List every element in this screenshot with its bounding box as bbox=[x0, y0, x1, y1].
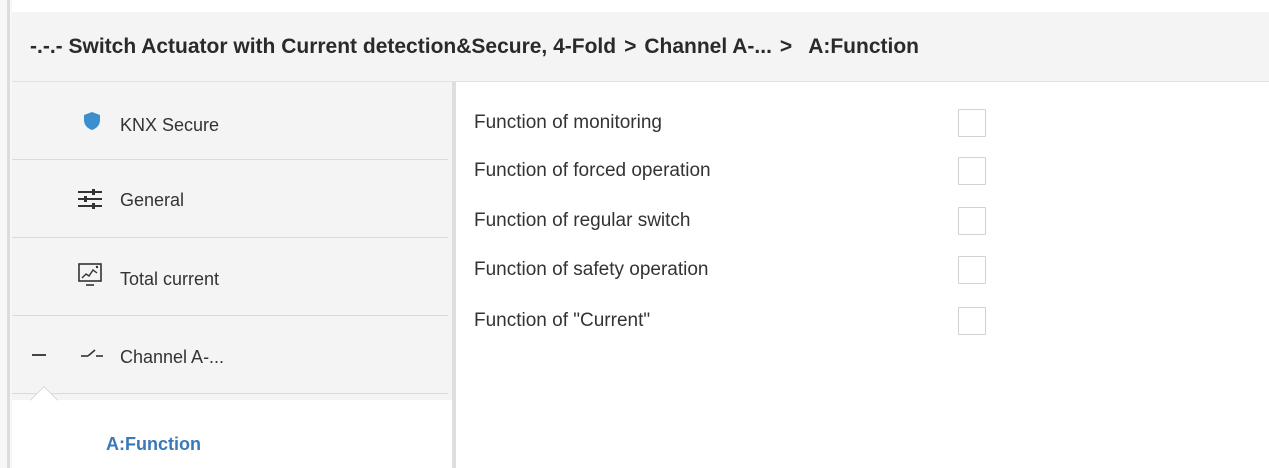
param-checkbox[interactable] bbox=[958, 307, 986, 335]
sidebar-item-label: Channel A-... bbox=[120, 347, 225, 367]
sidebar-item-a-function[interactable]: A:Function bbox=[12, 385, 452, 468]
left-edge bbox=[0, 0, 12, 468]
param-label: Function of monitoring bbox=[474, 112, 662, 133]
param-row-safety-operation: Function of safety operation bbox=[474, 245, 1014, 295]
param-row-forced-operation: Function of forced operation bbox=[474, 146, 1014, 196]
chart-icon bbox=[76, 261, 104, 289]
breadcrumb-channel[interactable]: Channel A-... bbox=[644, 35, 772, 59]
left-edge-line bbox=[7, 0, 10, 468]
breadcrumb: -.-.- Switch Actuator with Current detec… bbox=[12, 12, 1269, 82]
switch-icon bbox=[78, 340, 106, 368]
breadcrumb-separator: > bbox=[624, 34, 637, 58]
breadcrumb-current: A:Function bbox=[808, 34, 919, 58]
sidebar-item-label: A:Function bbox=[106, 434, 201, 454]
param-checkbox[interactable] bbox=[958, 157, 986, 185]
param-row-current: Function of "Current" bbox=[474, 296, 1014, 346]
parameter-panel: Function of monitoring Function of force… bbox=[456, 82, 1269, 468]
sidebar-item-channel-a[interactable]: Channel A-... bbox=[12, 316, 448, 394]
shield-icon bbox=[78, 107, 106, 135]
param-label: Function of "Current" bbox=[474, 310, 651, 331]
param-checkbox[interactable] bbox=[958, 109, 986, 137]
param-label: Function of forced operation bbox=[474, 160, 711, 181]
param-row-regular-switch: Function of regular switch bbox=[474, 196, 1014, 246]
sidebar-item-label: General bbox=[120, 190, 185, 210]
param-label: Function of regular switch bbox=[474, 210, 691, 231]
sidebar-item-knx-secure[interactable]: KNX Secure bbox=[12, 82, 448, 160]
app-window: -.-.- Switch Actuator with Current detec… bbox=[0, 0, 1269, 468]
sidebar-item-general[interactable]: General bbox=[12, 160, 448, 238]
sidebar-item-label: KNX Secure bbox=[120, 115, 220, 135]
breadcrumb-separator: > bbox=[779, 34, 793, 58]
sidebar-item-total-current[interactable]: Total current bbox=[12, 238, 448, 316]
param-checkbox[interactable] bbox=[958, 207, 986, 235]
sliders-icon bbox=[76, 185, 104, 213]
param-checkbox[interactable] bbox=[958, 256, 986, 284]
param-row-monitoring: Function of monitoring bbox=[474, 98, 1014, 148]
param-label: Function of safety operation bbox=[474, 259, 709, 280]
collapse-icon[interactable] bbox=[32, 354, 46, 356]
breadcrumb-device[interactable]: -.-.- Switch Actuator with Current detec… bbox=[30, 35, 616, 59]
sidebar-item-label: Total current bbox=[120, 269, 220, 289]
